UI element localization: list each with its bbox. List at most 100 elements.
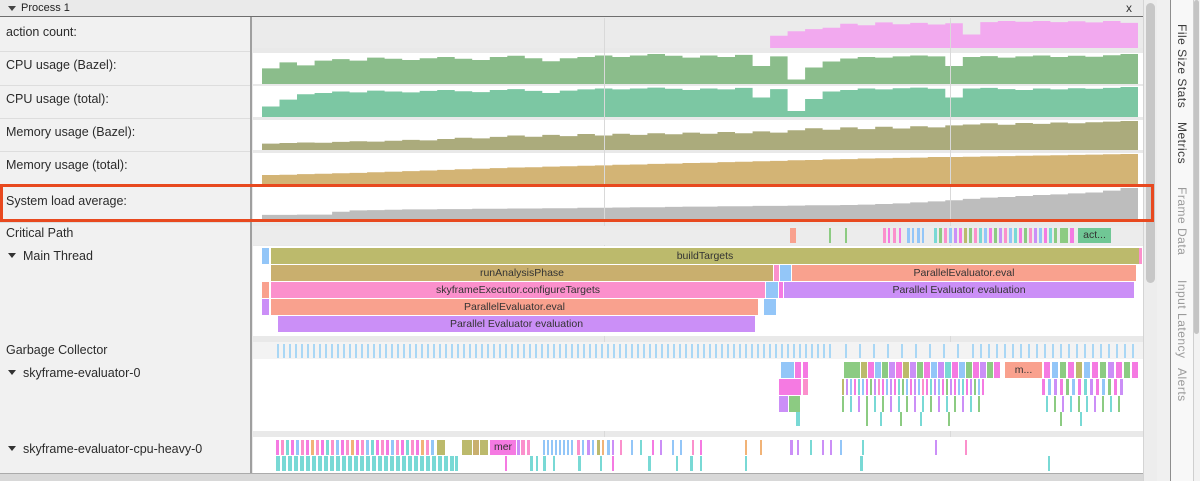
trace-slice[interactable] [378,456,382,471]
trace-slice[interactable] [300,456,304,471]
trace-slice[interactable] [517,440,520,455]
trace-slice[interactable] [426,440,429,455]
trace-slice[interactable] [1052,362,1058,378]
gc-tick[interactable] [673,344,675,358]
gc-tick[interactable] [1060,344,1062,358]
trace-slice[interactable] [922,396,924,412]
trace-slice[interactable] [822,440,824,455]
trace-slice[interactable] [858,396,860,412]
trace-slice[interactable] [391,440,394,455]
trace-slice[interactable] [360,456,364,471]
trace-slice[interactable] [984,228,987,243]
gc-tick[interactable] [643,344,645,358]
trace-slice[interactable] [970,396,972,412]
gc-tick[interactable] [277,344,279,358]
gc-tick[interactable] [379,344,381,358]
gc-tick[interactable] [1052,344,1054,358]
trace-slice[interactable] [1029,228,1032,243]
metric-chart[interactable] [253,20,1143,48]
trace-slice[interactable] [631,440,633,455]
trace-slice[interactable] [1024,228,1027,243]
trace-slice[interactable] [1114,379,1117,395]
gc-tick[interactable] [307,344,309,358]
trace-slice[interactable] [462,440,472,455]
trace-slice[interactable] [899,228,901,243]
trace-slice[interactable] [1066,379,1069,395]
gc-tick[interactable] [988,344,990,358]
gc-tick[interactable] [661,344,663,358]
gc-tick[interactable] [1124,344,1126,358]
trace-slice[interactable] [803,379,808,395]
gc-tick[interactable] [1084,344,1086,358]
gc-tick[interactable] [721,344,723,358]
gc-tick[interactable] [325,344,327,358]
trace-slice[interactable] [781,362,794,378]
trace-slice[interactable] [577,440,580,455]
gc-tick[interactable] [439,344,441,358]
trace-slice[interactable] [860,456,863,471]
gc-tick[interactable] [361,344,363,358]
expand-triangle-icon[interactable] [8,253,16,258]
trace-slice[interactable] [536,456,538,471]
trace-slice[interactable] [854,379,856,395]
trace-slice[interactable] [779,379,801,395]
trace-slice[interactable] [547,440,549,455]
trace-slice[interactable] [543,456,546,471]
gc-tick[interactable] [349,344,351,358]
trace-slice[interactable] [994,228,997,243]
trace-slice[interactable] [894,379,896,395]
trace-slice[interactable] [342,456,346,471]
trace-slice[interactable] [346,440,349,455]
gc-tick[interactable] [1108,344,1110,358]
trace-slice[interactable] [959,228,962,243]
trace-slice[interactable] [312,456,316,471]
gc-tick[interactable] [601,344,603,358]
trace-slice[interactable] [1090,379,1093,395]
trace-slice[interactable] [1070,228,1074,243]
trace-slice[interactable] [1042,379,1045,395]
trace-slice[interactable] [521,440,525,455]
gc-tick[interactable] [391,344,393,358]
gc-tick[interactable] [295,344,297,358]
trace-slice[interactable] [262,282,269,298]
trace-slice[interactable] [276,440,279,455]
trace-slice[interactable] [965,440,967,455]
trace-slice[interactable] [291,440,294,455]
trace-slice[interactable] [1044,362,1050,378]
trace-slice[interactable] [1009,228,1012,243]
trace-slice[interactable]: ParallelEvaluator.eval [792,265,1136,281]
trace-slice[interactable] [917,362,923,378]
gc-tick[interactable] [313,344,315,358]
gc-tick[interactable] [283,344,285,358]
gc-tick[interactable] [403,344,405,358]
trace-slice[interactable] [878,379,880,395]
trace-slice[interactable] [396,440,399,455]
trace-slice[interactable] [1108,362,1114,378]
gc-tick[interactable] [493,344,495,358]
gc-tick[interactable] [517,344,519,358]
gc-tick[interactable] [679,344,681,358]
trace-slice[interactable] [999,228,1002,243]
gc-tick[interactable] [775,344,777,358]
gc-tick[interactable] [915,344,917,358]
trace-slice[interactable] [890,379,892,395]
gc-tick[interactable] [469,344,471,358]
gc-tick[interactable] [1068,344,1070,358]
trace-slice[interactable] [1076,362,1082,378]
metric-chart[interactable] [253,53,1143,84]
trace-slice[interactable] [962,396,964,412]
trace-slice[interactable] [789,396,800,412]
trace-slice[interactable] [938,362,944,378]
trace-slice[interactable] [962,379,964,395]
trace-slice[interactable] [931,362,937,378]
gc-tick[interactable] [799,344,801,358]
trace-slice[interactable] [893,228,896,243]
trace-slice[interactable] [989,228,992,243]
trace-slice[interactable] [846,379,848,395]
trace-slice[interactable] [1078,379,1081,395]
gc-tick[interactable] [887,344,889,358]
gc-tick[interactable] [1076,344,1078,358]
trace-slice[interactable] [416,440,419,455]
trace-slice[interactable] [1054,379,1057,395]
trace-slice[interactable] [858,379,860,395]
